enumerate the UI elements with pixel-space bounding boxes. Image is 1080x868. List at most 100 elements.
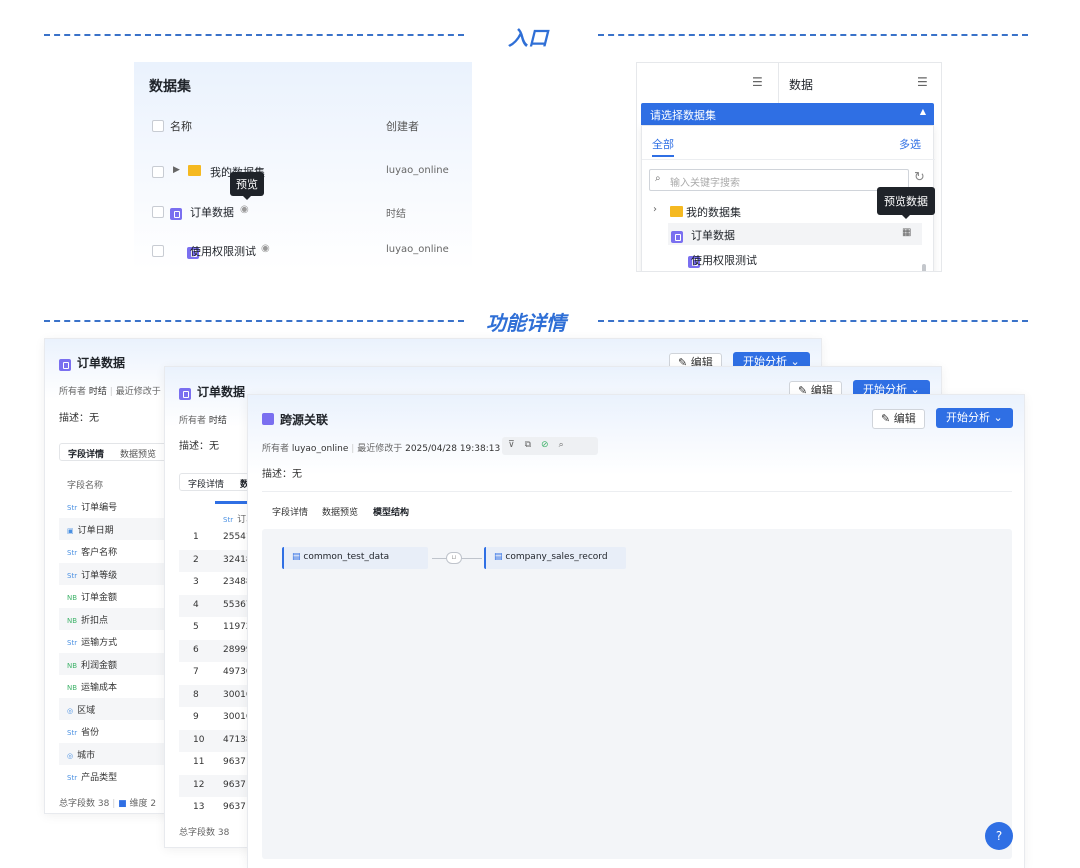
row-checkbox[interactable] [152,206,164,218]
relation-icon [262,413,274,425]
row-index: 12 [193,779,205,790]
table-row: 3 23488 [179,572,252,595]
field-name: 订单日期 [77,525,114,536]
owner-value: 时结 [208,416,227,426]
dataset-icon [179,388,191,400]
tab-all[interactable]: 全部 [652,136,674,152]
description: 描述：无 [262,469,302,480]
section-title-features: 功能详情 [486,311,566,335]
card-title: 跨源关联 [280,413,329,427]
field-type-icon: ◎ [67,706,74,715]
edit-button[interactable]: ✎ 编辑 [872,409,925,429]
field-row[interactable]: Str 运输方式 [59,630,169,653]
field-row[interactable]: NB 利润金额 [59,652,169,675]
eye-icon[interactable]: ◉ [261,243,270,254]
field-row[interactable]: Str 订单编号 [59,495,169,518]
copy-icon[interactable]: ⧉ [525,440,541,450]
cell-value: 9637 [223,757,246,767]
link-icon[interactable]: ⊘ [541,440,559,450]
field-row[interactable]: NB 折扣点 [59,607,169,630]
collapse-icon[interactable]: ☰ [752,75,763,89]
tree-item[interactable]: 订单数据 [691,227,735,243]
owner-value: luyao_online [291,444,349,454]
multi-select-link[interactable]: 多选 [899,136,921,152]
card-title: 订单数据 [77,356,126,370]
col-name-header: 名称 [170,120,192,133]
dimension-count: 维度 2 [129,799,157,809]
field-type-icon: Str [67,549,78,557]
list-item-name[interactable]: 订单数据 [190,204,234,220]
field-row[interactable]: Str 省份 [59,720,169,743]
table-row: 13 9637 [179,797,249,820]
field-name: 客户名称 [81,548,118,558]
field-row[interactable]: ▣ 订单日期 [59,517,169,540]
eye-icon[interactable]: ◉ [240,204,249,215]
row-checkbox[interactable] [152,166,164,178]
expand-arrow-icon[interactable]: ▶ [173,165,180,175]
edit-icon: ✎ [881,412,894,425]
select-all-checkbox[interactable] [152,120,164,132]
search-icon[interactable]: ⌕ [559,440,574,450]
table-row: 12 9637 [179,774,249,797]
table-node[interactable]: ▤ common_test_data [282,547,428,569]
owner-label: 所有者 [179,416,207,426]
search-input[interactable]: ⌕ 输入关键字搜索 [649,169,909,191]
panel-title: 数据 [789,78,814,92]
scrollbar[interactable] [922,264,926,271]
dataset-selector[interactable]: 请选择数据集 ▲ [641,103,934,125]
dataset-list-panel: 数据集 名称 创建者 ▶ 我的数据集 luyao_online 预览 订单数据 … [134,62,472,270]
row-index: 10 [193,734,205,745]
tab-model-structure[interactable]: 模型结构 [373,505,409,518]
field-row[interactable]: Str 订单等级 [59,562,169,585]
field-name: 运输方式 [81,638,118,648]
field-count: 总字段数 38 [179,828,230,838]
start-analysis-button[interactable]: 开始分析 ⌄ [936,408,1013,428]
field-type-icon: NB [67,661,78,670]
card-title: 订单数据 [197,385,246,399]
caret-up-icon[interactable]: ▲ [920,107,926,116]
modified-value: 2025/04/28 19:38:13 [405,444,501,454]
field-type-icon: Str [67,774,78,782]
field-row[interactable]: NB 运输成本 [59,675,169,698]
field-row[interactable]: Str 产品类型 [59,765,169,788]
table-node[interactable]: ▤ company_sales_record [484,547,626,569]
cell-value: 9637 [223,802,246,812]
section-title-entry: 入口 [508,26,548,50]
tab-field-details[interactable]: 字段详情 [188,477,224,490]
table-row: 10 47138 [179,729,252,752]
search-placeholder: 输入关键字搜索 [670,178,740,189]
field-row[interactable]: ◎ 城市 [59,742,169,765]
tab-data-preview[interactable]: 数据预览 [322,505,358,518]
tab-field-details[interactable]: 字段详情 [68,447,104,460]
row-index: 5 [193,622,199,632]
tree-item[interactable]: 使用权限测试 [691,252,757,268]
row-index: 6 [193,644,199,655]
list-item-creator: luyao_online [386,244,449,255]
row-checkbox[interactable] [152,245,164,257]
field-row[interactable]: ◎ 区域 [59,697,169,720]
table-row: 7 49730 [179,662,252,685]
list-item-name[interactable]: 使用权限测试 [190,243,256,259]
tab-data-preview[interactable]: 数据预览 [120,447,156,460]
field-row[interactable]: NB 订单金额 [59,585,169,608]
field-row[interactable]: Str 客户名称 [59,540,169,563]
toolbar-icons: ⊽⧉⊘⌕ [502,437,598,455]
help-icon[interactable]: ? [985,822,1013,850]
refresh-icon[interactable]: ↻ [914,170,925,185]
field-name: 产品类型 [81,773,118,783]
row-index: 7 [193,667,199,677]
field-type-icon: Str [67,729,78,737]
preview-data-icon[interactable]: ▦ [902,227,911,238]
join-icon[interactable]: ⊔ [446,552,462,564]
tab-field-details[interactable]: 字段详情 [272,505,308,518]
filter-icon[interactable]: ⊽ [508,440,525,450]
field-name: 区域 [77,705,96,716]
field-name: 省份 [81,728,100,738]
field-type-icon: NB [67,594,78,602]
model-canvas[interactable]: ▤ common_test_data ⊔ ▤ company_sales_rec… [262,529,1012,859]
menu-icon[interactable]: ☰ [917,75,928,89]
folder-icon [670,206,683,217]
tree-item[interactable]: 我的数据集 [686,204,741,220]
description: 描述：无 [179,441,219,452]
chevron-right-icon[interactable]: › [653,204,657,215]
